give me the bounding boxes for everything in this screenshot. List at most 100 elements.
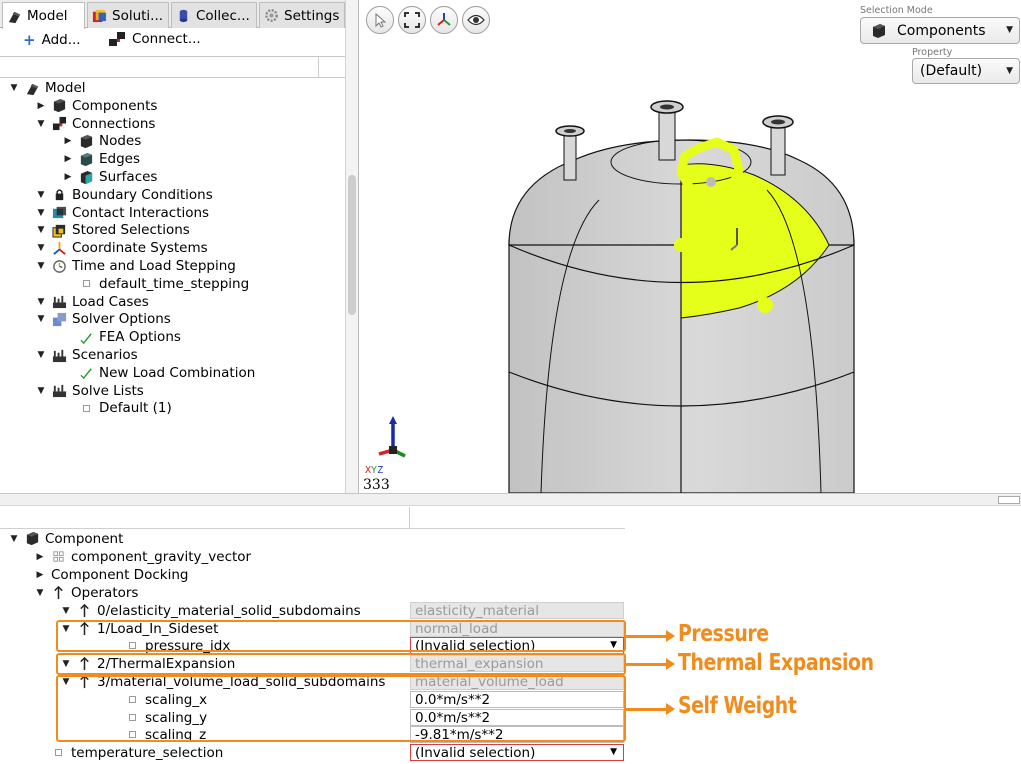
tree-item[interactable]: ▼ Stored Selections [35, 221, 190, 239]
collapse-arrow-icon[interactable]: ▼ [8, 533, 20, 545]
tree-item[interactable]: ▼ Model [8, 79, 86, 97]
expand-arrow-icon[interactable]: ▶ [62, 135, 74, 147]
tree-item-label: Coordinate Systems [72, 240, 208, 257]
tree-filter-bar[interactable] [0, 56, 345, 78]
panel-splitter[interactable] [0, 493, 1021, 506]
collection-icon [179, 9, 188, 23]
load-cases-icon [52, 383, 67, 398]
tree-item-label: default_time_stepping [99, 275, 250, 292]
expand-arrow-icon[interactable]: ▶ [62, 153, 74, 165]
tree-item-label: Operators [71, 584, 139, 601]
tree-item-label: New Load Combination [99, 364, 256, 381]
solution-icon [92, 9, 107, 23]
tree-toolbar: + Add... Connect... [0, 28, 345, 54]
collapse-arrow-icon[interactable]: ▼ [34, 587, 46, 599]
model-tree: ▼ Model ▶ Components ▼ Connections ▶ Nodes ▶ Edge… [0, 79, 345, 493]
property-row[interactable]: ▼ Component [8, 530, 124, 547]
pressure-vessel-model[interactable] [359, 0, 1021, 493]
property-row[interactable]: temperature_selection [34, 744, 223, 761]
connection-icon [109, 32, 125, 46]
tab-label: Soluti... [112, 7, 164, 24]
property-row[interactable]: ▶ component_gravity_vector [34, 548, 252, 565]
lock-icon [52, 187, 67, 202]
tree-item[interactable]: ▶ Nodes [62, 132, 142, 150]
property-value-text: elasticity_material [415, 602, 539, 619]
tab-label: Collec... [196, 7, 250, 24]
tab-collection[interactable]: Collec... [171, 2, 257, 28]
tree-item-label: Connections [72, 115, 156, 132]
tab-settings[interactable]: Settings [259, 2, 345, 28]
tree-item[interactable]: ▼ Contact Interactions [35, 204, 210, 222]
tree-item[interactable]: ▼ Scenarios [35, 346, 138, 364]
connect-button[interactable]: Connect... [108, 31, 201, 47]
property-row[interactable]: ▶ Component Docking [34, 566, 189, 583]
tree-item[interactable]: default_time_stepping [62, 275, 249, 293]
model-panel: Model Soluti... Collec... Settings + Add… [0, 0, 359, 493]
thermal-annotation: Thermal Expansion [678, 650, 874, 676]
tree-item-label: Nodes [99, 133, 142, 150]
contact-icon [52, 205, 67, 220]
self-weight-highlight-box [56, 675, 626, 742]
property-value-text: (Invalid selection) [415, 744, 536, 761]
tab-solution[interactable]: Soluti... [87, 2, 169, 28]
tree-item[interactable]: ▶ Surfaces [62, 168, 158, 186]
collapse-arrow-icon[interactable]: ▼ [35, 224, 47, 236]
splitter-handle[interactable] [998, 496, 1020, 504]
collapse-arrow-icon[interactable]: ▼ [35, 242, 47, 254]
leaf-node-icon [55, 749, 62, 756]
tree-item[interactable]: ▼ Connections [35, 115, 156, 133]
collapse-arrow-icon[interactable]: ▼ [35, 296, 47, 308]
expand-arrow-icon[interactable]: ▶ [34, 569, 46, 581]
tab-model[interactable]: Model [2, 2, 85, 29]
collapse-arrow-icon[interactable]: ▼ [35, 313, 47, 325]
panel-scrollbar[interactable] [345, 0, 358, 493]
load-cases-icon [52, 294, 67, 309]
tree-item-label: Components [72, 97, 158, 114]
tree-item[interactable]: ▼ Solver Options [35, 310, 171, 328]
collapse-arrow-icon[interactable]: ▼ [35, 260, 47, 272]
property-row[interactable]: ▼ Operators [34, 584, 139, 601]
load-cases-icon [52, 348, 67, 363]
expand-arrow-icon[interactable]: ▶ [62, 171, 74, 183]
collapse-arrow-icon[interactable]: ▼ [35, 189, 47, 201]
3d-viewport[interactable]: Selection Mode Components ▼ Property (De… [359, 0, 1021, 493]
tree-item[interactable]: New Load Combination [62, 364, 255, 382]
scrollbar-thumb[interactable] [348, 175, 356, 315]
tree-item[interactable]: ▶ Edges [62, 150, 140, 168]
tree-item-label: Surfaces [99, 169, 158, 185]
tree-item[interactable]: FEA Options [62, 328, 181, 346]
tree-item[interactable]: ▼ Coordinate Systems [35, 239, 208, 257]
grid-icon [51, 549, 66, 564]
property-row[interactable]: ▼ 0/elasticity_material_solid_subdomains [60, 602, 361, 619]
add-button[interactable]: + Add... [23, 31, 81, 49]
collapse-arrow-icon[interactable]: ▼ [35, 118, 47, 130]
axis-letters: XYZ [365, 465, 384, 476]
cube-icon [79, 134, 94, 149]
tree-item[interactable]: Default (1) [62, 399, 172, 417]
property-value-select[interactable]: (Invalid selection) ▼ [410, 744, 624, 761]
tree-item-label: Solve Lists [72, 382, 144, 399]
collapse-arrow-icon[interactable]: ▼ [8, 82, 20, 94]
tree-item[interactable]: ▼ Load Cases [35, 293, 149, 311]
tree-item[interactable]: ▶ Components [35, 97, 158, 115]
connection-icon [52, 116, 67, 131]
collapse-arrow-icon[interactable]: ▼ [60, 605, 72, 617]
model-icon [8, 11, 21, 23]
collapse-arrow-icon[interactable]: ▼ [35, 207, 47, 219]
pressure-highlight-box [56, 620, 626, 652]
self-weight-annotation: Self Weight [678, 693, 797, 719]
tab-label: Settings [284, 7, 340, 24]
collapse-arrow-icon[interactable]: ▼ [35, 349, 47, 361]
tree-item[interactable]: ▼ Boundary Conditions [35, 186, 213, 204]
cube-icon [25, 531, 40, 546]
operator-icon [77, 603, 92, 618]
tree-item-label: Scenarios [72, 347, 138, 363]
tree-item[interactable]: ▼ Solve Lists [35, 382, 144, 400]
expand-arrow-icon[interactable]: ▶ [34, 551, 46, 563]
expand-arrow-icon[interactable]: ▶ [35, 100, 47, 112]
tab-label: Model [27, 8, 68, 24]
collapse-arrow-icon[interactable]: ▼ [35, 385, 47, 397]
tree-item[interactable]: ▼ Time and Load Stepping [35, 257, 236, 275]
